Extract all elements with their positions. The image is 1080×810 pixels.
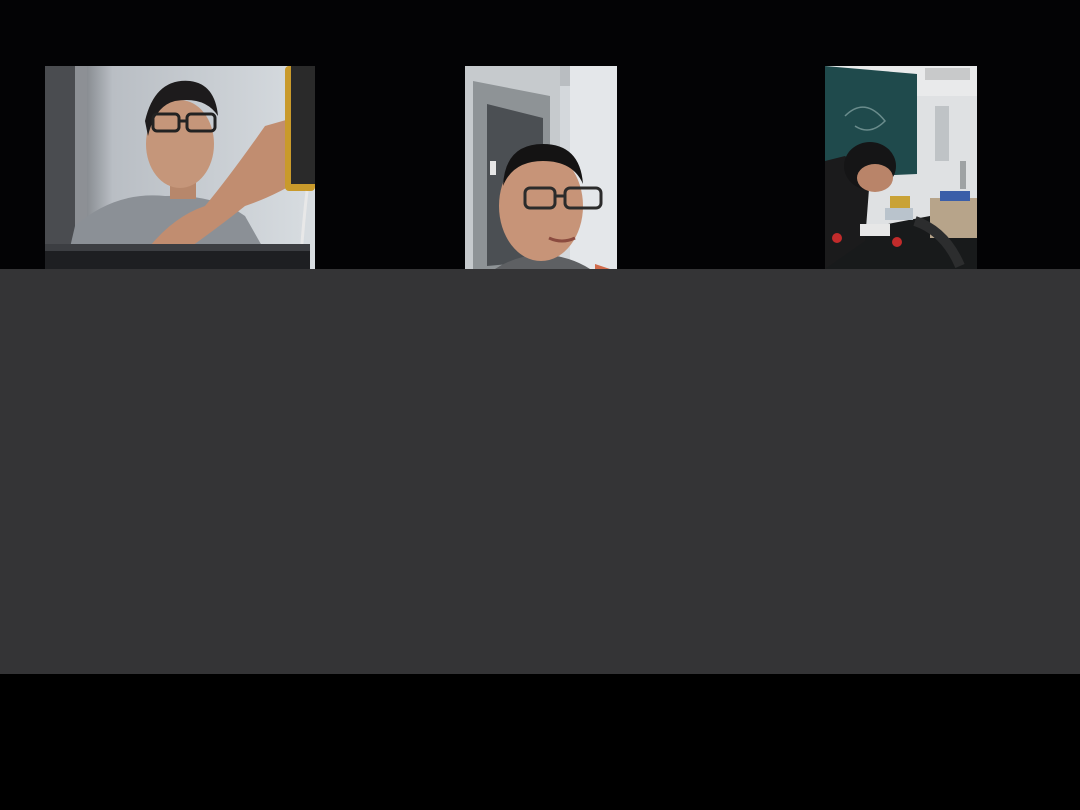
participant-video-tile-1[interactable] — [45, 66, 315, 269]
participant-video-3 — [825, 66, 977, 269]
participant-video-strip — [0, 0, 1080, 269]
main-video-stage — [0, 269, 1080, 674]
bottom-toolbar-area — [0, 674, 1080, 810]
participant-video-tile-2[interactable] — [465, 66, 617, 269]
participant-video-tile-3[interactable] — [825, 66, 977, 269]
participant-video-2 — [465, 66, 617, 269]
participant-video-1 — [45, 66, 315, 269]
